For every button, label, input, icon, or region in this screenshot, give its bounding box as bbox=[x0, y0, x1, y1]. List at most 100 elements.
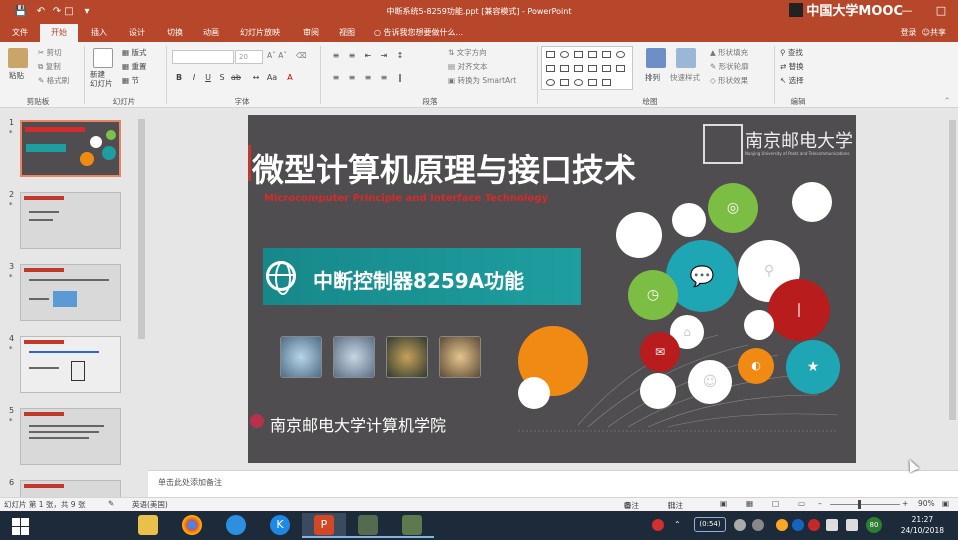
align-text-button[interactable]: ▤ 对齐文本 bbox=[448, 61, 487, 72]
font-name-select[interactable] bbox=[172, 50, 234, 64]
rectangle-shape-icon[interactable] bbox=[602, 65, 611, 72]
connector-shape-icon[interactable] bbox=[574, 65, 583, 72]
taskbar-edge[interactable] bbox=[214, 513, 258, 538]
network-timer[interactable]: (0:54) bbox=[694, 517, 726, 532]
slide-title[interactable]: 微型计算机原理与接口技术 bbox=[252, 145, 636, 191]
reset-button[interactable]: ▦ 重置 bbox=[122, 61, 146, 72]
paste-button[interactable]: 粘贴 bbox=[9, 70, 24, 81]
justify-icon[interactable]: ≡ bbox=[378, 72, 390, 84]
slide-thumbnail[interactable] bbox=[20, 120, 121, 177]
bracket-shape-icon[interactable] bbox=[588, 79, 597, 86]
rectangle-shape-icon[interactable] bbox=[546, 51, 555, 58]
line-spacing-icon[interactable]: ↕ bbox=[394, 50, 406, 62]
section-button[interactable]: ▦ 节 bbox=[122, 75, 139, 86]
font-grow-icon[interactable]: Aˆ Aˇ bbox=[267, 51, 287, 60]
topic-band[interactable]: 中断控制器8259A功能 bbox=[263, 248, 581, 305]
slide-sorter-icon[interactable]: ▦ bbox=[746, 499, 753, 508]
align-left-icon[interactable]: ≡ bbox=[330, 72, 342, 84]
smartart-button[interactable]: ▣ 转换为 SmartArt bbox=[448, 75, 516, 86]
tab-insert[interactable]: 插入 bbox=[82, 24, 116, 42]
select-button[interactable]: ↖ 选择 bbox=[780, 75, 804, 86]
slide-subtitle[interactable]: Microcomputer Principle and Interface Te… bbox=[264, 193, 548, 204]
minimize-button[interactable]: — bbox=[890, 0, 924, 24]
spellcheck-icon[interactable]: ✎ bbox=[108, 499, 114, 508]
increase-indent-icon[interactable]: ⇥ bbox=[378, 50, 390, 62]
shadow-icon[interactable]: S bbox=[216, 72, 228, 84]
tab-home[interactable]: 开始 bbox=[40, 24, 78, 42]
taskbar-clock[interactable]: 21:27 24/10/2018 bbox=[901, 514, 944, 536]
brace-shape-icon[interactable] bbox=[602, 79, 611, 86]
thumbnail-scrollbar[interactable] bbox=[137, 110, 146, 498]
collapse-ribbon-icon[interactable]: ⌃ bbox=[944, 96, 950, 105]
network-icon[interactable] bbox=[826, 519, 838, 531]
copy-button[interactable]: ⧉ 复制 bbox=[38, 61, 61, 72]
oval-shape-icon[interactable] bbox=[560, 51, 569, 58]
rectangle-shape-icon[interactable] bbox=[546, 65, 555, 72]
replace-button[interactable]: ⇄ 替换 bbox=[780, 61, 804, 72]
cut-button[interactable]: ✂ 剪切 bbox=[38, 47, 62, 58]
slide-scrollbar[interactable] bbox=[947, 108, 958, 466]
tray-app-icon[interactable] bbox=[652, 519, 664, 531]
curve-shape-icon[interactable] bbox=[574, 79, 583, 86]
strikethrough-icon[interactable]: ab bbox=[230, 72, 242, 84]
tray-icon[interactable] bbox=[808, 519, 820, 531]
quick-styles-button[interactable]: 快速样式 bbox=[670, 72, 700, 83]
brace-shape-icon[interactable] bbox=[616, 65, 625, 72]
current-slide[interactable]: 微型计算机原理与接口技术 Microcomputer Principle and… bbox=[248, 115, 856, 463]
find-button[interactable]: ⚲ 查找 bbox=[780, 47, 803, 58]
shape-effects-button[interactable]: ◇ 形状效果 bbox=[710, 75, 748, 86]
start-button[interactable] bbox=[0, 511, 40, 540]
tray-badge[interactable]: 80 bbox=[866, 517, 882, 533]
arc-shape-icon[interactable] bbox=[560, 79, 569, 86]
italic-icon[interactable]: I bbox=[188, 72, 200, 84]
char-spacing-icon[interactable]: ↔ bbox=[250, 72, 262, 84]
curve-shape-icon[interactable] bbox=[546, 79, 555, 86]
quick-styles-icon[interactable] bbox=[676, 48, 696, 68]
shape-outline-button[interactable]: ✎ 形状轮廓 bbox=[710, 61, 749, 72]
taskbar-slide-app[interactable] bbox=[346, 513, 390, 538]
format-painter-button[interactable]: ✎ 格式刷 bbox=[38, 75, 69, 86]
columns-icon[interactable]: ‖ bbox=[394, 72, 406, 84]
align-right-icon[interactable]: ≡ bbox=[362, 72, 374, 84]
arrow-shape-icon[interactable] bbox=[588, 65, 597, 72]
new-slide-button[interactable]: 新建 幻灯片 bbox=[90, 70, 113, 88]
text-direction-button[interactable]: ⇅ 文字方向 bbox=[448, 47, 487, 58]
notes-pane[interactable]: 单击此处添加备注 bbox=[148, 470, 958, 497]
rectangle-shape-icon[interactable] bbox=[602, 51, 611, 58]
tab-view[interactable]: 视图 bbox=[330, 24, 364, 42]
zoom-slider[interactable] bbox=[830, 504, 900, 505]
slide-thumbnail[interactable] bbox=[20, 192, 121, 249]
align-center-icon[interactable]: ≡ bbox=[346, 72, 358, 84]
arrange-button[interactable]: 排列 bbox=[645, 72, 660, 83]
tab-slideshow[interactable]: 幻灯片放映 bbox=[232, 24, 288, 42]
underline-icon[interactable]: U bbox=[202, 72, 214, 84]
normal-view-icon[interactable]: ▣ bbox=[720, 499, 727, 508]
oval-shape-icon[interactable] bbox=[616, 51, 625, 58]
fit-slide-icon[interactable]: ▣ bbox=[942, 499, 949, 508]
tab-review[interactable]: 审阅 bbox=[294, 24, 328, 42]
decrease-indent-icon[interactable]: ⇤ bbox=[362, 50, 374, 62]
paste-icon[interactable] bbox=[8, 48, 28, 68]
clear-format-icon[interactable]: ⌫ bbox=[296, 51, 307, 60]
reading-view-icon[interactable]: □ bbox=[772, 499, 779, 508]
numbering-icon[interactable]: ≡ bbox=[346, 50, 358, 62]
language-indicator[interactable]: 英语(美国) bbox=[132, 499, 168, 510]
slideshow-view-icon[interactable]: ▭ bbox=[798, 499, 805, 508]
layout-button[interactable]: ▦ 版式 bbox=[122, 47, 146, 58]
line-shape-icon[interactable] bbox=[574, 51, 583, 58]
taskbar-slide-app-2[interactable] bbox=[390, 513, 434, 538]
maximize-button[interactable]: □ bbox=[924, 0, 958, 24]
zoom-in-button[interactable]: + bbox=[902, 499, 908, 508]
tray-icon[interactable] bbox=[734, 519, 746, 531]
tell-me-search[interactable]: ○ 告诉我您想要做什么... bbox=[374, 24, 463, 42]
tab-transitions[interactable]: 切换 bbox=[158, 24, 192, 42]
slide-thumbnail[interactable] bbox=[20, 264, 121, 321]
volume-icon[interactable] bbox=[846, 519, 858, 531]
change-case-icon[interactable]: Aa bbox=[266, 72, 278, 84]
scrollbar-thumb[interactable] bbox=[949, 120, 956, 420]
taskbar-file-explorer[interactable] bbox=[126, 513, 170, 538]
arrow-shape-icon[interactable] bbox=[588, 51, 597, 58]
tab-file[interactable]: 文件 bbox=[0, 24, 40, 42]
tab-animations[interactable]: 动画 bbox=[194, 24, 228, 42]
scrollbar-thumb[interactable] bbox=[138, 119, 145, 339]
